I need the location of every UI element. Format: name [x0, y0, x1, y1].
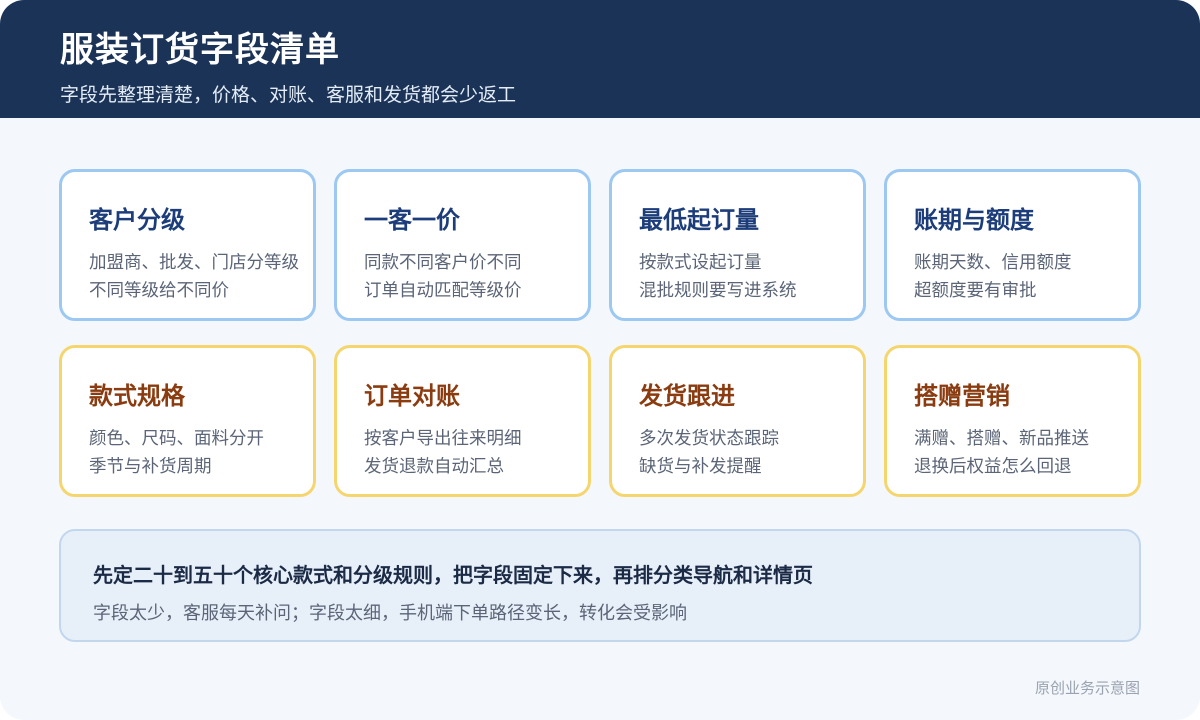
summary-detail: 字段太少，客服每天补问；字段太细，手机端下单路径变长，转化会受影响 [93, 603, 687, 624]
card-line: 加盟商、批发、门店分等级 [89, 253, 299, 273]
page-subtitle: 字段先整理清楚，价格、对账、客服和发货都会少返工 [60, 84, 517, 106]
card-title: 一客一价 [364, 206, 460, 234]
card-minimum-order: 最低起订量 按款式设起订量 混批规则要写进系统 [609, 169, 866, 321]
card-line: 缺货与补发提醒 [639, 457, 762, 477]
card-style-specs: 款式规格 颜色、尺码、面料分开 季节与补货周期 [59, 345, 316, 497]
card-title: 搭赠营销 [914, 382, 1010, 410]
card-line: 发货退款自动汇总 [364, 457, 504, 477]
card-line: 按款式设起订量 [639, 253, 762, 273]
card-line: 退换后权益怎么回退 [914, 457, 1072, 477]
card-line: 满赠、搭赠、新品推送 [914, 429, 1089, 449]
card-title: 订单对账 [364, 382, 460, 410]
page-title: 服装订货字段清单 [60, 30, 340, 70]
card-shipping-followup: 发货跟进 多次发货状态跟踪 缺货与补发提醒 [609, 345, 866, 497]
card-line: 同款不同客户价不同 [364, 253, 522, 273]
header-banner: 服装订货字段清单 字段先整理清楚，价格、对账、客服和发货都会少返工 [0, 0, 1200, 118]
card-line: 超额度要有审批 [914, 281, 1037, 301]
card-line: 订单自动匹配等级价 [364, 281, 522, 301]
summary-panel: 先定二十到五十个核心款式和分级规则，把字段固定下来，再排分类导航和详情页 字段太… [59, 529, 1141, 642]
footer-note: 原创业务示意图 [1034, 679, 1140, 697]
card-line: 账期天数、信用额度 [914, 253, 1072, 273]
summary-headline: 先定二十到五十个核心款式和分级规则，把字段固定下来，再排分类导航和详情页 [93, 563, 813, 587]
card-title: 发货跟进 [639, 382, 735, 410]
card-line: 按客户导出往来明细 [364, 429, 522, 449]
card-title: 账期与额度 [914, 206, 1034, 234]
page: 服装订货字段清单 字段先整理清楚，价格、对账、客服和发货都会少返工 客户分级 加… [0, 0, 1200, 720]
card-title: 最低起订量 [639, 206, 759, 234]
card-line: 颜色、尺码、面料分开 [89, 429, 264, 449]
card-line: 混批规则要写进系统 [639, 281, 797, 301]
card-line: 不同等级给不同价 [89, 281, 229, 301]
card-order-reconciliation: 订单对账 按客户导出往来明细 发货退款自动汇总 [334, 345, 591, 497]
card-title: 款式规格 [89, 382, 185, 410]
card-gift-promotion: 搭赠营销 满赠、搭赠、新品推送 退换后权益怎么回退 [884, 345, 1141, 497]
card-line: 季节与补货周期 [89, 457, 212, 477]
card-customer-tier: 客户分级 加盟商、批发、门店分等级 不同等级给不同价 [59, 169, 316, 321]
card-per-customer-price: 一客一价 同款不同客户价不同 订单自动匹配等级价 [334, 169, 591, 321]
card-line: 多次发货状态跟踪 [639, 429, 779, 449]
card-title: 客户分级 [89, 206, 185, 234]
card-credit-terms: 账期与额度 账期天数、信用额度 超额度要有审批 [884, 169, 1141, 321]
